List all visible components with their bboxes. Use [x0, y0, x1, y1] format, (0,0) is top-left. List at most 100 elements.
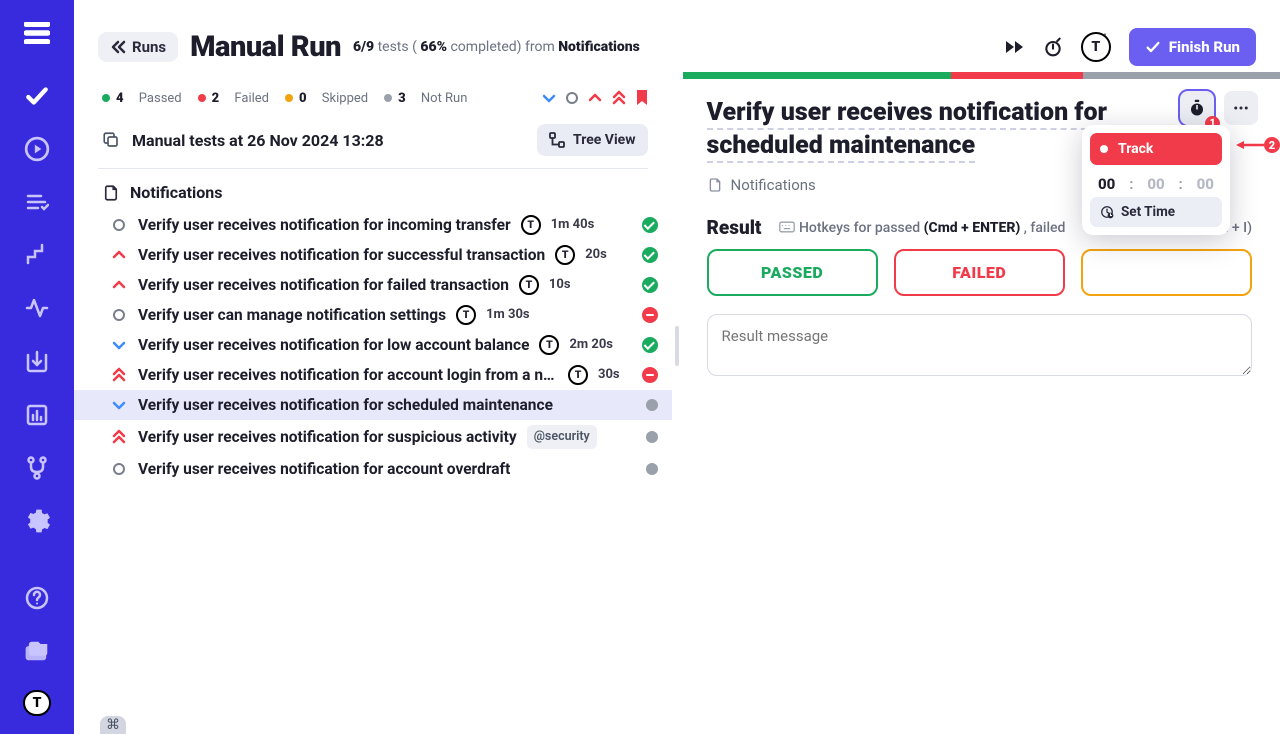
result-message-input[interactable]	[707, 314, 1253, 376]
progress-bar	[683, 72, 1280, 79]
play-circle-icon[interactable]	[17, 134, 57, 163]
test-duration: 1m 30s	[486, 305, 530, 325]
status-none-icon	[646, 399, 658, 411]
split-handle[interactable]	[672, 76, 682, 734]
branch-icon[interactable]	[17, 453, 57, 482]
more-icon	[1232, 99, 1250, 117]
gear-icon[interactable]	[17, 507, 57, 536]
tree-view-button[interactable]: Tree View	[537, 124, 648, 156]
keyboard-icon	[779, 220, 795, 234]
folders-icon[interactable]	[17, 637, 57, 666]
back-label: Runs	[132, 38, 166, 56]
clock-set-icon	[1100, 205, 1114, 219]
copy-icon[interactable]	[102, 131, 120, 149]
check-icon[interactable]	[17, 81, 57, 110]
test-row[interactable]: Verify user can manage notification sett…	[74, 300, 672, 330]
hotkey-hint: Hotkeys for passed (Cmd + ENTER) , faile…	[779, 220, 1065, 236]
test-duration: 30s	[598, 365, 620, 385]
status-none-icon	[646, 463, 658, 475]
test-list: Verify user receives notification for in…	[74, 210, 672, 484]
more-button[interactable]	[1224, 91, 1258, 125]
priority-icon	[110, 278, 128, 292]
test-duration: 20s	[585, 245, 607, 265]
checklist-icon[interactable]	[17, 188, 57, 217]
result-heading: Result	[707, 216, 762, 239]
filter-low-icon[interactable]	[542, 91, 556, 105]
test-row[interactable]: Verify user receives notification for ac…	[74, 360, 672, 390]
assignee-icon: T	[568, 365, 588, 385]
tree-icon	[549, 132, 565, 148]
assignee-icon: T	[521, 215, 541, 235]
test-name[interactable]: Verify user receives notification for su…	[138, 245, 545, 265]
status-fail-icon	[642, 307, 658, 323]
header: Runs Manual Run 6/9 tests ( 66% complete…	[74, 0, 1280, 76]
test-row[interactable]: Verify user receives notification for ac…	[74, 454, 672, 484]
back-to-runs-button[interactable]: Runs	[98, 32, 178, 62]
filter-none-icon[interactable]	[566, 92, 578, 104]
folder-header[interactable]: Notifications	[74, 169, 672, 210]
chart-bar-icon[interactable]	[17, 400, 57, 429]
test-name[interactable]: Verify user can manage notification sett…	[138, 305, 446, 325]
test-duration: 1m 40s	[551, 215, 595, 235]
hotkey-chip[interactable]: ⌘	[100, 716, 126, 734]
test-row[interactable]: Verify user receives notification for fa…	[74, 270, 672, 300]
import-icon[interactable]	[17, 347, 57, 376]
test-tag: @security	[527, 425, 597, 449]
test-name[interactable]: Verify user receives notification for fa…	[138, 275, 509, 295]
test-name[interactable]: Verify user receives notification for in…	[138, 215, 511, 235]
filter-critical-icon[interactable]	[612, 90, 626, 106]
test-row[interactable]: Verify user receives notification for su…	[74, 240, 672, 270]
finish-run-button[interactable]: Finish Run	[1129, 28, 1256, 66]
page-title: Manual Run	[190, 30, 341, 64]
steps-icon[interactable]	[17, 241, 57, 270]
priority-icon	[110, 429, 128, 445]
skipped-button[interactable]	[1081, 249, 1252, 296]
test-row[interactable]: Verify user receives notification for su…	[74, 420, 672, 454]
check-icon	[1145, 39, 1161, 55]
sidebar: T	[0, 0, 74, 734]
assignee-icon: T	[456, 305, 476, 325]
time-input[interactable]: 00:00:00	[1090, 165, 1222, 197]
test-name[interactable]: Verify user receives notification for su…	[138, 427, 517, 447]
status-pass-icon	[642, 217, 658, 233]
run-name: Manual tests at 26 Nov 2024 13:28	[132, 131, 384, 150]
assignee-avatar[interactable]: T	[1081, 32, 1111, 62]
track-button[interactable]: Track	[1090, 133, 1222, 165]
filter-high-icon[interactable]	[588, 91, 602, 105]
detail-title: Verify user receives notification for sc…	[707, 98, 1108, 163]
test-name[interactable]: Verify user receives notification for lo…	[138, 335, 529, 355]
help-icon[interactable]	[17, 584, 57, 613]
assignee-icon: T	[555, 245, 575, 265]
test-name[interactable]: Verify user receives notification for ac…	[138, 459, 510, 479]
failed-button[interactable]: FAILED	[894, 249, 1065, 296]
status-fail-icon	[642, 367, 658, 383]
stopwatch-button[interactable]: 1	[1180, 91, 1214, 125]
priority-icon	[110, 338, 128, 352]
set-time-button[interactable]: Set Time	[1090, 197, 1222, 227]
bookmark-icon[interactable]	[636, 90, 648, 106]
test-name[interactable]: Verify user receives notification for ac…	[138, 365, 558, 385]
status-pass-icon	[642, 337, 658, 353]
timer-icon[interactable]	[1043, 37, 1063, 57]
stopwatch-icon	[1188, 99, 1206, 117]
passed-button[interactable]: PASSED	[707, 249, 878, 296]
test-row[interactable]: Verify user receives notification for in…	[74, 210, 672, 240]
test-row[interactable]: Verify user receives notification for lo…	[74, 330, 672, 360]
progress-text: 6/9 tests ( 66% completed) from Notifica…	[353, 39, 640, 55]
priority-icon	[110, 309, 128, 321]
status-pass-icon	[642, 247, 658, 263]
menu-icon[interactable]	[17, 18, 57, 47]
test-row[interactable]: Verify user receives notification for sc…	[74, 390, 672, 420]
priority-icon	[110, 398, 128, 412]
record-icon	[1100, 145, 1108, 153]
fast-forward-icon[interactable]	[1005, 39, 1025, 55]
activity-icon[interactable]	[17, 294, 57, 323]
priority-icon	[110, 367, 128, 383]
test-name[interactable]: Verify user receives notification for sc…	[138, 395, 553, 415]
annotation-arrow-2: 2	[1236, 137, 1280, 153]
logo-icon[interactable]: T	[23, 690, 51, 716]
status-pass-icon	[642, 277, 658, 293]
priority-icon	[110, 248, 128, 262]
assignee-icon: T	[519, 275, 539, 295]
file-icon	[707, 177, 723, 193]
